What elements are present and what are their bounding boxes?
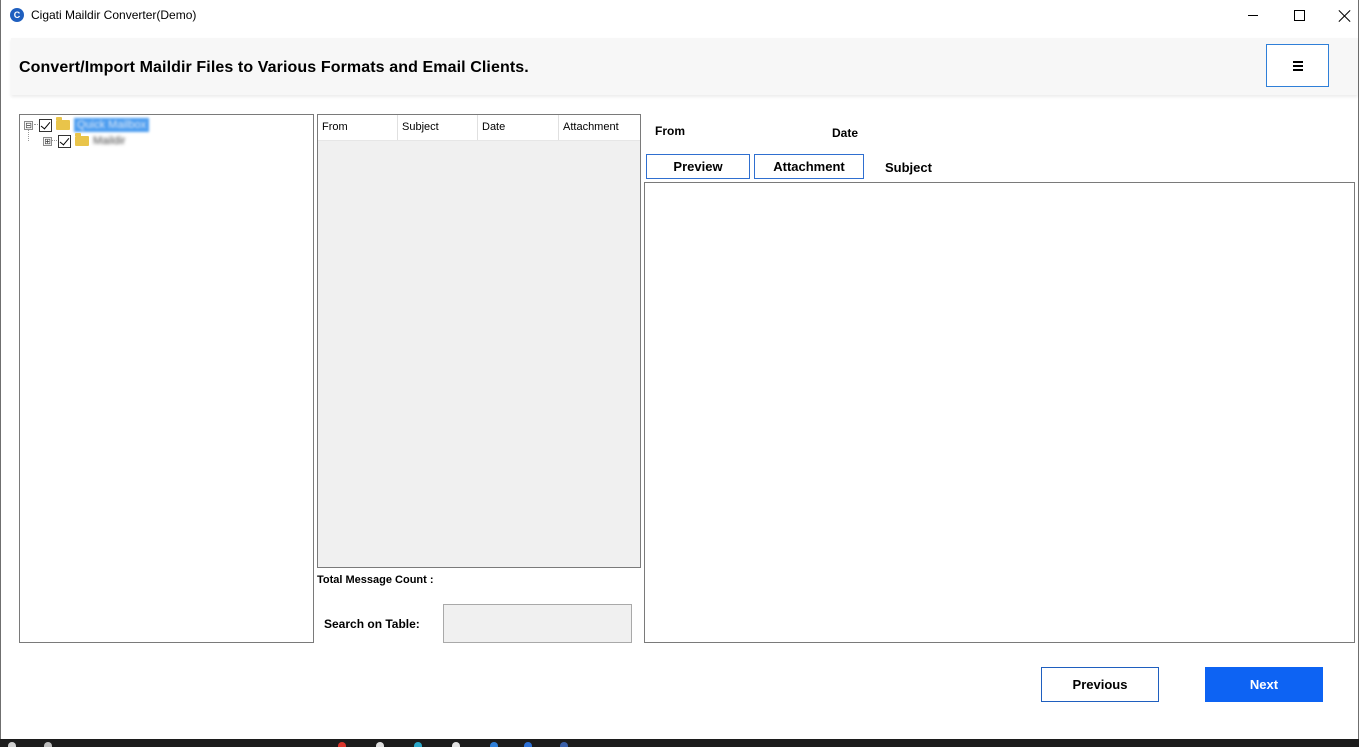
menu-button[interactable] [1266,44,1329,87]
preview-date-label: Date [832,126,859,140]
message-preview-pane[interactable] [644,182,1355,643]
preview-from-label: From [655,124,685,138]
page-title: Convert/Import Maildir Files to Various … [19,59,529,76]
collapse-toggle-icon[interactable]: ⊟ [24,120,33,130]
expand-toggle-icon[interactable]: ⊞ [43,136,52,146]
column-header-attachment[interactable]: Attachment [559,115,640,140]
tree-node-label[interactable]: Maildir [93,135,125,147]
column-header-from[interactable]: From [318,115,398,140]
search-label: Search on Table: [324,617,420,631]
title-bar: C Cigati Maildir Converter(Demo) [1,0,1358,31]
folder-icon [75,133,89,146]
next-button[interactable]: Next [1205,667,1323,702]
taskbar-app-icon[interactable] [452,742,460,747]
table-header: From Subject Date Attachment [318,115,640,141]
hamburger-menu-icon [1292,61,1303,71]
close-button[interactable] [1322,0,1359,31]
total-message-count-label: Total Message Count : [317,574,434,586]
start-icon[interactable] [8,742,16,747]
folder-icon [56,117,70,130]
taskbar-app-icon[interactable] [524,742,532,747]
search-input[interactable] [443,604,632,643]
maximize-icon [1293,10,1305,21]
column-header-subject[interactable]: Subject [398,115,478,140]
folder-tree-panel[interactable]: ⊟ Quick Mailbox ⊞ Maildir [19,114,314,643]
taskbar-app-icon[interactable] [560,742,568,747]
tree-node-root[interactable]: ⊟ Quick Mailbox [24,117,150,133]
minimize-icon [1248,15,1258,16]
tab-attachment[interactable]: Attachment [754,154,864,179]
tab-preview[interactable]: Preview [646,154,750,179]
app-logo-icon: C [10,8,24,22]
tree-node-label[interactable]: Quick Mailbox [74,118,150,132]
tree-node-checkbox[interactable] [58,134,71,148]
previous-button[interactable]: Previous [1041,667,1159,702]
header-bar: Convert/Import Maildir Files to Various … [11,38,1358,95]
taskbar-app-icon[interactable] [490,742,498,747]
tree-node-child[interactable]: ⊞ Maildir [43,133,125,149]
os-taskbar [0,739,1359,747]
close-icon [1339,10,1351,22]
window-title: Cigati Maildir Converter(Demo) [31,8,197,22]
preview-subject-label: Subject [885,160,932,175]
app-window: C Cigati Maildir Converter(Demo) Convert… [0,0,1359,740]
maximize-button[interactable] [1276,0,1322,31]
mail-list-table[interactable]: From Subject Date Attachment [317,114,641,568]
tree-node-checkbox[interactable] [39,118,52,132]
taskbar-app-icon[interactable] [338,742,346,747]
column-header-date[interactable]: Date [478,115,559,140]
minimize-button[interactable] [1230,0,1276,31]
taskbar-app-icon[interactable] [376,742,384,747]
search-icon[interactable] [44,742,52,747]
taskbar-app-icon[interactable] [414,742,422,747]
